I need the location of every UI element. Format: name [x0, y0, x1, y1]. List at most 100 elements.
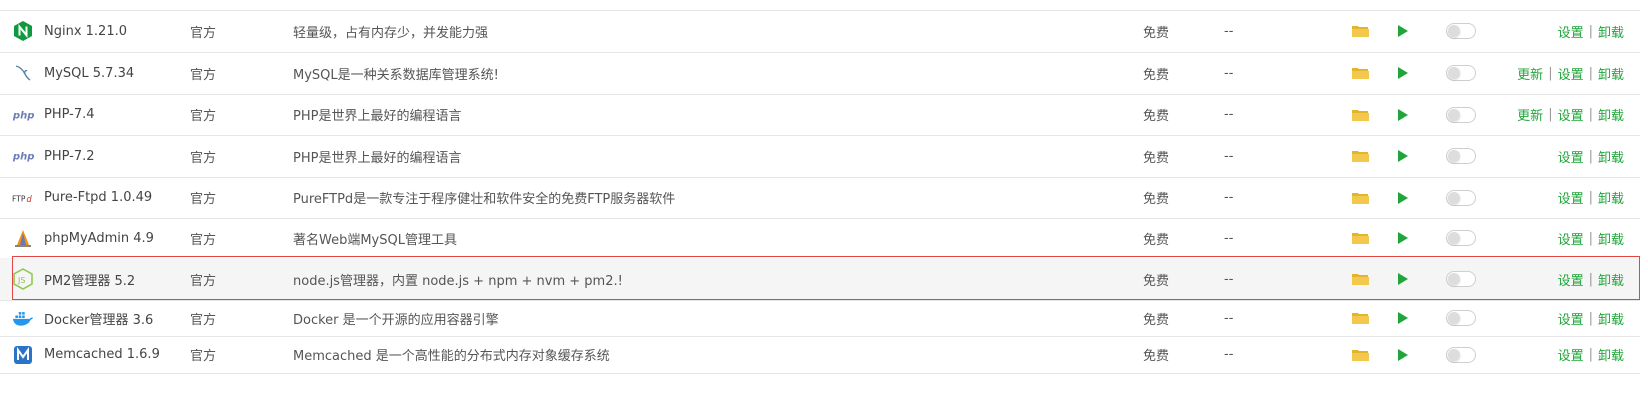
- toggle-switch[interactable]: [1446, 346, 1476, 363]
- settings-link[interactable]: 设置: [1558, 105, 1584, 124]
- plugin-name: PM2管理器 5.2: [44, 273, 136, 289]
- folder-icon[interactable]: [1352, 300, 1369, 336]
- display-toggle[interactable]: [1446, 135, 1476, 177]
- ops-separator: |: [1548, 107, 1553, 122]
- folder-icon[interactable]: [1352, 336, 1369, 373]
- uninstall-link[interactable]: 卸载: [1598, 309, 1624, 328]
- plugin-type: 官方: [190, 25, 217, 41]
- plugin-description: Docker 是一个开源的应用容器引擎: [293, 312, 499, 328]
- plugin-name: Memcached 1.6.9: [44, 347, 160, 362]
- plugin-description: PHP是世界上最好的编程语言: [293, 150, 462, 166]
- settings-link[interactable]: 设置: [1558, 270, 1584, 289]
- plugin-type: 官方: [190, 109, 217, 124]
- toggle-switch[interactable]: [1446, 310, 1476, 326]
- uninstall-link[interactable]: 卸载: [1598, 105, 1624, 124]
- php-icon: php: [12, 145, 34, 167]
- display-toggle[interactable]: [1446, 177, 1476, 218]
- toggle-switch[interactable]: [1446, 148, 1476, 164]
- folder-icon[interactable]: [1352, 135, 1369, 177]
- plugin-price: 免费: [1143, 232, 1170, 248]
- settings-link[interactable]: 设置: [1558, 309, 1584, 328]
- settings-link[interactable]: 设置: [1558, 188, 1584, 207]
- plugin-name-cell: php PHP-7.4: [12, 94, 172, 135]
- play-icon[interactable]: [1397, 94, 1409, 135]
- plugin-type: 官方: [190, 312, 217, 328]
- display-toggle[interactable]: [1446, 52, 1476, 94]
- play-icon[interactable]: [1397, 135, 1409, 177]
- settings-link[interactable]: 设置: [1558, 345, 1584, 364]
- uninstall-link[interactable]: 卸载: [1598, 270, 1624, 289]
- plugin-name-cell: phpMyAdmin 4.9: [12, 218, 172, 258]
- settings-link[interactable]: 设置: [1558, 147, 1584, 166]
- play-icon[interactable]: [1397, 177, 1409, 218]
- ops-separator: |: [1548, 65, 1553, 81]
- table-row: MySQL 5.7.34 官方 MySQL是一种关系数据库管理系统! 免费 --…: [0, 52, 1640, 95]
- display-toggle[interactable]: [1446, 300, 1476, 336]
- table-row: phpMyAdmin 4.9 官方 著名Web端MySQL管理工具 免费 -- …: [0, 218, 1640, 259]
- plugin-name-cell: JS PM2管理器 5.2: [12, 258, 172, 300]
- display-toggle[interactable]: [1446, 94, 1476, 135]
- plugin-type: 官方: [190, 150, 217, 166]
- plugin-description: 著名Web端MySQL管理工具: [293, 232, 457, 248]
- plugin-name: Pure-Ftpd 1.0.49: [44, 190, 153, 205]
- toggle-switch[interactable]: [1446, 189, 1476, 206]
- update-link[interactable]: 更新: [1517, 105, 1543, 124]
- table-row: php PHP-7.2 官方 PHP是世界上最好的编程语言 免费 -- 设置 | 卸…: [0, 135, 1640, 178]
- plugin-name: Nginx 1.21.0: [44, 23, 128, 39]
- folder-icon[interactable]: [1352, 10, 1369, 52]
- plugin-name: PHP-7.2: [44, 148, 95, 164]
- folder-icon[interactable]: [1352, 258, 1369, 300]
- settings-link[interactable]: 设置: [1558, 64, 1584, 83]
- plugin-operations: 更新 | 设置 | 卸载: [1517, 94, 1624, 135]
- plugin-expire: --: [1224, 271, 1234, 287]
- plugin-type: 官方: [190, 67, 217, 83]
- plugin-description: PHP是世界上最好的编程语言: [293, 109, 462, 124]
- plugin-operations: 设置 | 卸载: [1558, 218, 1624, 258]
- play-icon[interactable]: [1397, 300, 1409, 336]
- plugin-type: 官方: [190, 232, 217, 248]
- plugin-type: 官方: [190, 273, 217, 289]
- plugin-expire: --: [1224, 310, 1234, 326]
- folder-icon[interactable]: [1352, 52, 1369, 94]
- play-icon[interactable]: [1397, 10, 1409, 52]
- uninstall-link[interactable]: 卸载: [1598, 188, 1624, 207]
- toggle-switch[interactable]: [1446, 106, 1476, 123]
- uninstall-link[interactable]: 卸载: [1598, 345, 1624, 364]
- update-link[interactable]: 更新: [1517, 64, 1543, 83]
- play-icon[interactable]: [1397, 218, 1409, 258]
- plugin-expire: --: [1224, 347, 1234, 362]
- play-icon[interactable]: [1397, 52, 1409, 94]
- toggle-switch[interactable]: [1446, 271, 1476, 287]
- uninstall-link[interactable]: 卸载: [1598, 229, 1624, 248]
- plugin-name-cell: php PHP-7.2: [12, 135, 172, 177]
- plugin-name-cell: Docker管理器 3.6: [12, 300, 172, 336]
- uninstall-link[interactable]: 卸载: [1598, 22, 1624, 41]
- folder-icon[interactable]: [1352, 218, 1369, 258]
- settings-link[interactable]: 设置: [1558, 22, 1584, 41]
- plugin-description: Memcached 是一个高性能的分布式内存对象缓存系统: [293, 349, 610, 364]
- display-toggle[interactable]: [1446, 258, 1476, 300]
- toggle-switch[interactable]: [1446, 65, 1476, 81]
- ops-separator: |: [1588, 23, 1593, 39]
- plugin-description: 轻量级，占有内存少，并发能力强: [293, 25, 489, 41]
- plugin-operations: 更新 | 设置 | 卸载: [1517, 52, 1624, 94]
- settings-link[interactable]: 设置: [1558, 229, 1584, 248]
- display-toggle[interactable]: [1446, 218, 1476, 258]
- play-icon[interactable]: [1397, 258, 1409, 300]
- folder-icon[interactable]: [1352, 177, 1369, 218]
- uninstall-link[interactable]: 卸载: [1598, 64, 1624, 83]
- ops-separator: |: [1588, 65, 1593, 81]
- folder-icon[interactable]: [1352, 94, 1369, 135]
- display-toggle[interactable]: [1446, 336, 1476, 373]
- svg-text:php: php: [12, 152, 34, 163]
- table-row: FTP d Pure-Ftpd 1.0.49 官方 PureFTPd是一款专注于程…: [0, 177, 1640, 219]
- plugin-name-cell: FTP d Pure-Ftpd 1.0.49: [12, 177, 172, 218]
- toggle-switch[interactable]: [1446, 23, 1476, 39]
- display-toggle[interactable]: [1446, 10, 1476, 52]
- plugin-operations: 设置 | 卸载: [1558, 177, 1624, 218]
- uninstall-link[interactable]: 卸载: [1598, 147, 1624, 166]
- toggle-switch[interactable]: [1446, 230, 1476, 246]
- svg-text:d: d: [26, 194, 32, 204]
- play-icon[interactable]: [1397, 336, 1409, 373]
- ops-separator: |: [1588, 148, 1593, 164]
